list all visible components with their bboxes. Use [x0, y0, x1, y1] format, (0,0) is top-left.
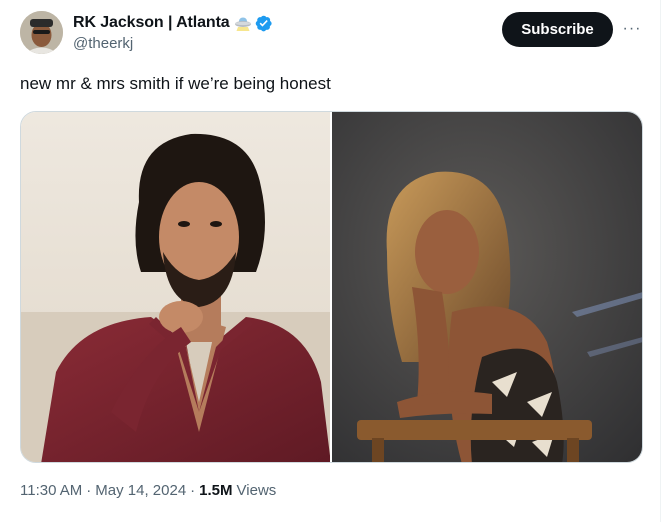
author-handle[interactable]: @theerkj — [73, 35, 133, 52]
tweet-text: new mr & mrs smith if we’re being honest — [20, 74, 331, 93]
views-label: Views — [236, 482, 277, 499]
avatar-image — [20, 11, 63, 54]
meta-separator: · — [86, 482, 92, 499]
views-count[interactable]: 1.5M — [199, 482, 232, 499]
subscribe-button[interactable]: Subscribe — [502, 12, 613, 47]
tweet-media-grid[interactable] — [20, 111, 643, 463]
ufo-icon — [234, 17, 251, 31]
tweet-time[interactable]: 11:30 AM — [20, 482, 82, 499]
man-portrait-photo[interactable] — [21, 112, 330, 462]
avatar[interactable] — [20, 11, 63, 54]
meta-separator: · — [190, 482, 196, 499]
tweet-card: RK Jackson | Atlanta @theerkj Subscribe … — [0, 0, 661, 522]
author-display-name[interactable]: RK Jackson | Atlanta — [73, 14, 230, 32]
tweet-metadata: 11:30 AM · May 14, 2024 · 1.5M Views — [20, 482, 276, 499]
tweet-date[interactable]: May 14, 2024 — [95, 482, 186, 499]
author-name-row[interactable]: RK Jackson | Atlanta — [73, 12, 273, 34]
more-options-icon[interactable]: ··· — [621, 18, 643, 40]
verified-badge-icon[interactable] — [254, 14, 273, 33]
woman-portrait-photo[interactable] — [332, 112, 642, 462]
